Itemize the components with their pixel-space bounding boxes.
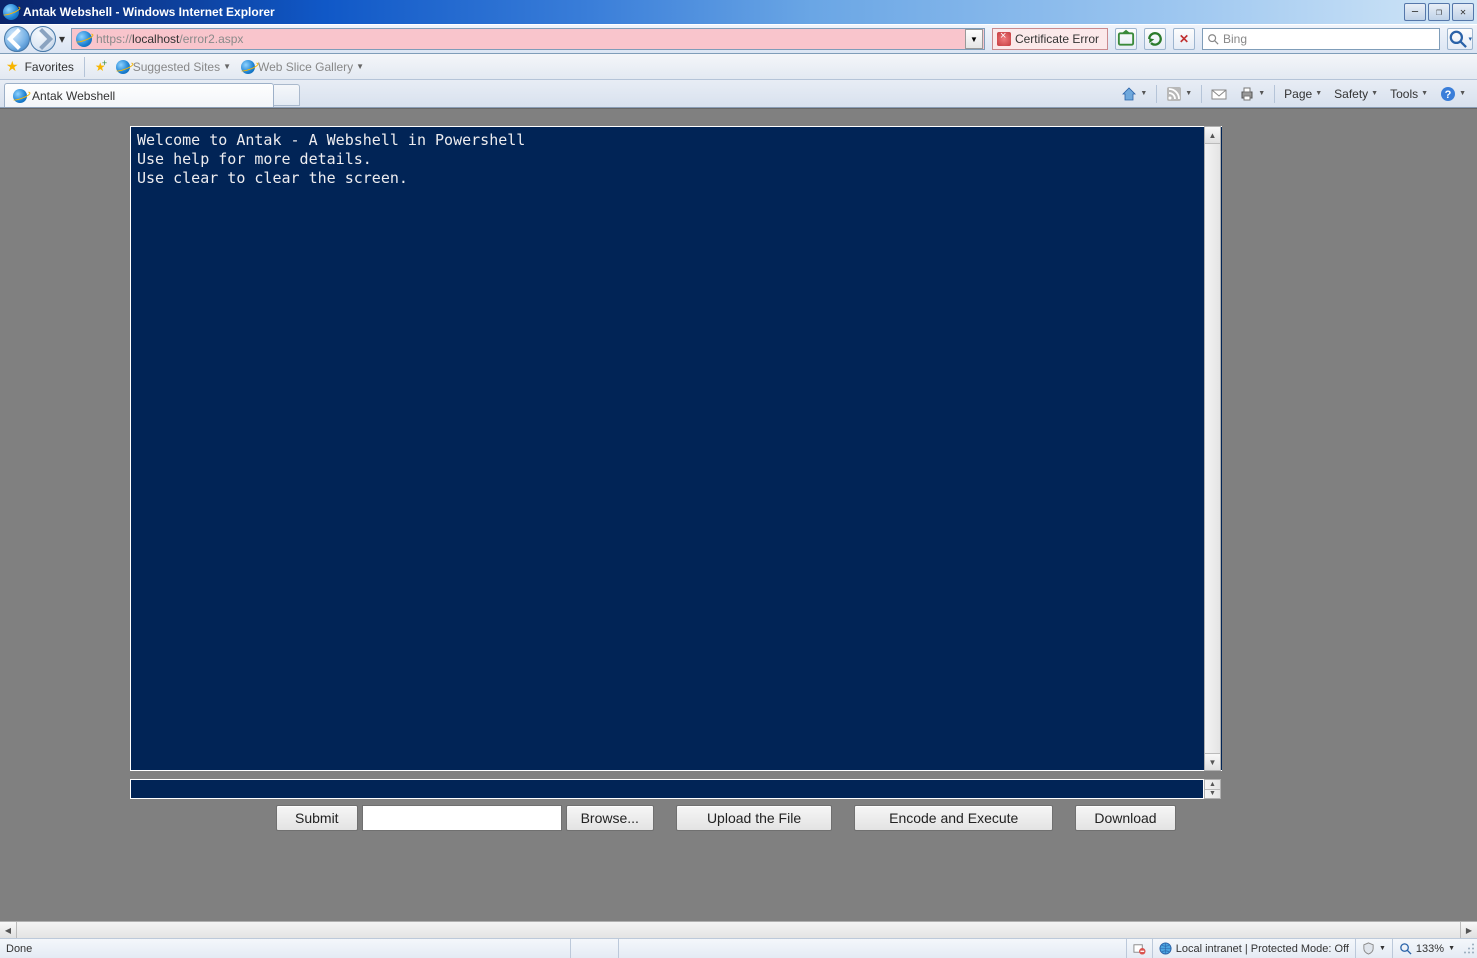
tab-active[interactable]: Antak Webshell <box>4 83 274 107</box>
nav-history-dropdown[interactable]: ▾ <box>56 32 68 46</box>
command-input[interactable] <box>130 779 1204 799</box>
shield-error-icon <box>997 32 1011 46</box>
nav-toolbar: ▾ https://localhost/error2.aspx ▼ Certif… <box>0 24 1477 54</box>
read-mail-button[interactable] <box>1208 84 1230 104</box>
search-placeholder: Bing <box>1223 32 1247 46</box>
url-text: https://localhost/error2.aspx <box>96 32 965 46</box>
maximize-button[interactable]: ❐ <box>1428 3 1450 21</box>
suggested-sites-link[interactable]: Suggested Sites ▼ <box>116 60 231 74</box>
add-to-favorites-bar-button[interactable]: ★+ <box>95 60 106 74</box>
window-titlebar: Antak Webshell - Windows Internet Explor… <box>0 0 1477 24</box>
web-slice-gallery-link[interactable]: Web Slice Gallery ▼ <box>241 60 364 74</box>
submit-button[interactable]: Submit <box>276 805 358 831</box>
close-button[interactable]: ✕ <box>1452 3 1474 21</box>
feeds-button[interactable]: ▼ <box>1163 84 1195 104</box>
console-scrollbar[interactable]: ▲ ▼ <box>1204 126 1221 771</box>
back-button[interactable] <box>4 26 30 52</box>
forward-button[interactable] <box>30 26 56 52</box>
safety-menu[interactable]: Safety▼ <box>1331 85 1381 103</box>
zoom-value: 133% <box>1416 943 1444 955</box>
ie-icon <box>116 60 130 74</box>
home-button[interactable]: ▼ <box>1118 84 1150 104</box>
search-go-button[interactable]: ▾ <box>1447 28 1473 50</box>
favorites-label[interactable]: Favorites <box>25 60 74 74</box>
resize-grip[interactable] <box>1461 940 1477 957</box>
ie-icon <box>241 60 255 74</box>
certificate-error-button[interactable]: Certificate Error <box>992 28 1108 50</box>
console-output[interactable]: Welcome to Antak - A Webshell in Powersh… <box>130 126 1222 771</box>
popup-blocker-indicator[interactable] <box>1126 939 1152 958</box>
zoom-control[interactable]: 133% ▼ <box>1392 939 1461 958</box>
refresh-button[interactable] <box>1144 28 1166 50</box>
download-button[interactable]: Download <box>1075 805 1175 831</box>
window-title: Antak Webshell - Windows Internet Explor… <box>23 5 1404 19</box>
print-button[interactable]: ▼ <box>1236 84 1268 104</box>
favorites-bar: ★ Favorites ★+ Suggested Sites ▼ Web Sli… <box>0 54 1477 80</box>
upload-file-button[interactable]: Upload the File <box>676 805 832 831</box>
separator <box>84 57 85 77</box>
suggested-sites-label: Suggested Sites <box>133 60 220 74</box>
status-empty-1 <box>570 939 618 958</box>
horizontal-scrollbar[interactable]: ◀ ▶ <box>0 921 1477 938</box>
page-content: Welcome to Antak - A Webshell in Powersh… <box>0 108 1477 938</box>
svg-text:?: ? <box>1445 89 1452 101</box>
status-bar: Done Local intranet | Protected Mode: Of… <box>0 938 1477 958</box>
tab-bar: Antak Webshell ▼ ▼ ▼ Page▼ Safety▼ Tools… <box>0 80 1477 108</box>
new-tab-button[interactable] <box>274 84 300 106</box>
site-icon <box>76 31 92 47</box>
scroll-up-arrow[interactable]: ▲ <box>1205 780 1220 790</box>
web-slice-label: Web Slice Gallery <box>258 60 353 74</box>
minimize-button[interactable]: ─ <box>1404 3 1426 21</box>
button-row: Submit Browse... Upload the File Encode … <box>276 805 1176 831</box>
scroll-down-arrow[interactable]: ▼ <box>1205 753 1220 770</box>
command-bar: ▼ ▼ ▼ Page▼ Safety▼ Tools▼ ?▼ <box>300 80 1473 107</box>
security-zone[interactable]: Local intranet | Protected Mode: Off <box>1152 939 1355 958</box>
compat-view-button[interactable] <box>1115 28 1137 50</box>
favorites-star-icon: ★ <box>6 58 19 75</box>
protected-mode-indicator[interactable]: ▼ <box>1355 939 1392 958</box>
tab-title: Antak Webshell <box>32 89 115 103</box>
help-button[interactable]: ?▼ <box>1437 84 1469 104</box>
encode-execute-button[interactable]: Encode and Execute <box>854 805 1053 831</box>
scroll-right-arrow[interactable]: ▶ <box>1460 922 1477 938</box>
status-text: Done <box>0 939 570 958</box>
search-icon <box>1207 33 1219 45</box>
search-box[interactable]: Bing <box>1202 28 1440 50</box>
scroll-left-arrow[interactable]: ◀ <box>0 922 17 938</box>
browse-button[interactable]: Browse... <box>566 805 654 831</box>
address-dropdown[interactable]: ▼ <box>965 29 983 49</box>
tab-icon <box>13 89 27 103</box>
file-path-input[interactable] <box>362 805 562 831</box>
zone-label: Local intranet | Protected Mode: Off <box>1176 943 1349 955</box>
certificate-error-label: Certificate Error <box>1015 32 1099 46</box>
scroll-down-arrow[interactable]: ▼ <box>1205 790 1220 799</box>
command-input-scrollbar[interactable]: ▲ ▼ <box>1204 779 1221 799</box>
stop-button[interactable]: ✕ <box>1173 28 1195 50</box>
page-menu[interactable]: Page▼ <box>1281 85 1325 103</box>
address-bar[interactable]: https://localhost/error2.aspx ▼ <box>71 28 985 50</box>
status-empty-2 <box>618 939 666 958</box>
tools-menu[interactable]: Tools▼ <box>1387 85 1431 103</box>
scroll-up-arrow[interactable]: ▲ <box>1205 127 1220 144</box>
ie-icon <box>3 4 19 20</box>
